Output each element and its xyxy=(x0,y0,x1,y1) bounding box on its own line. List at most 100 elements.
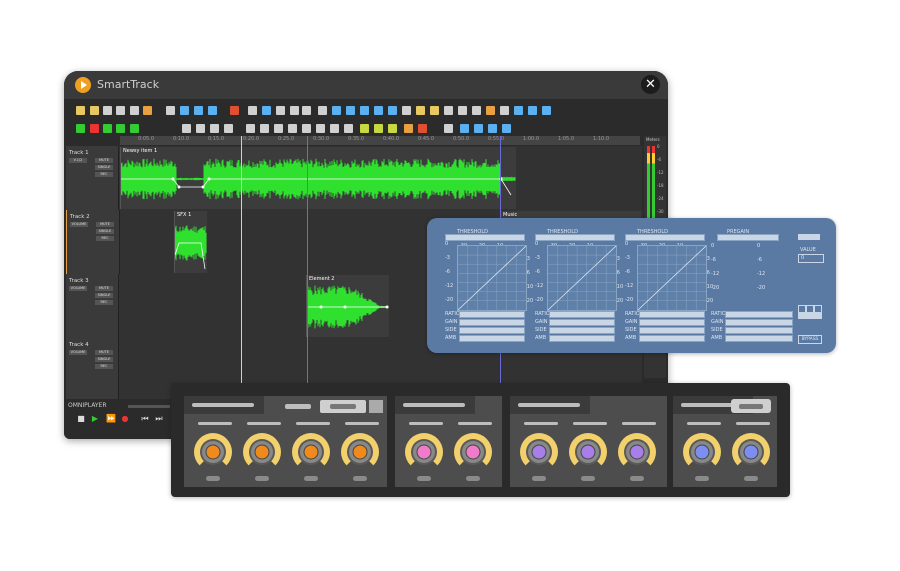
rotary-knob[interactable] xyxy=(616,431,658,473)
skip-back-button[interactable]: ⏮ xyxy=(140,414,150,424)
toolbar-tool-icon[interactable] xyxy=(374,106,383,115)
compression-curve-graph[interactable] xyxy=(637,245,707,311)
stop-button[interactable]: ■ xyxy=(76,414,86,424)
toolbar-tool-icon[interactable] xyxy=(130,106,139,115)
toolbar-tool-icon[interactable] xyxy=(502,124,511,133)
fx-preset-selector[interactable] xyxy=(320,400,366,413)
fx-preset-selector[interactable] xyxy=(731,399,771,413)
fast-forward-button[interactable]: ⏩ xyxy=(106,414,116,424)
parameter-slider[interactable] xyxy=(639,311,705,318)
toolbar-tool-icon[interactable] xyxy=(402,106,411,115)
parameter-slider[interactable] xyxy=(549,335,615,342)
timeline-ruler[interactable]: 0:05.0 0:10.0 0:15.0 0:20.0 0:25.0 0:30.0 0:35… xyxy=(120,136,640,145)
pregain-toggle[interactable] xyxy=(798,234,820,240)
toolbar-tool-icon[interactable] xyxy=(500,106,509,115)
toolbar-tool-icon[interactable] xyxy=(166,106,175,115)
toolbar-tool-icon[interactable] xyxy=(332,106,341,115)
close-button[interactable]: ✕ xyxy=(641,75,660,94)
mode-selector[interactable] xyxy=(798,313,822,319)
audio-clip[interactable]: Newsy item 1 xyxy=(120,147,516,209)
fx-power-button[interactable] xyxy=(369,400,383,413)
toolbar-tool-icon[interactable] xyxy=(316,124,325,133)
playhead-line[interactable] xyxy=(241,136,242,399)
toolbar-tool-icon[interactable] xyxy=(444,124,453,133)
toolbar-tool-icon[interactable] xyxy=(276,106,285,115)
toolbar-tool-icon[interactable] xyxy=(404,124,413,133)
toolbar-tool-icon[interactable] xyxy=(514,106,523,115)
skip-forward-button[interactable]: ⏭ xyxy=(154,414,164,424)
rotary-knob[interactable] xyxy=(730,431,772,473)
threshold-slider[interactable] xyxy=(535,234,615,241)
toolbar-tool-icon[interactable] xyxy=(103,106,112,115)
track-single-button[interactable]: SINGLE xyxy=(95,357,113,362)
position-slider[interactable] xyxy=(128,405,170,408)
rotary-knob[interactable] xyxy=(192,431,234,473)
toolbar-tool-icon[interactable] xyxy=(388,106,397,115)
toolbar-tool-icon[interactable] xyxy=(194,106,203,115)
toolbar-tool-icon[interactable] xyxy=(472,106,481,115)
audio-clip[interactable]: Element 2 xyxy=(306,275,389,337)
track-mute-button[interactable]: MUTE xyxy=(95,350,113,355)
track-rec-button[interactable]: REC xyxy=(95,172,113,177)
parameter-slider[interactable] xyxy=(459,311,525,318)
toolbar-tool-icon[interactable] xyxy=(330,124,339,133)
toolbar-tool-icon[interactable] xyxy=(76,106,85,115)
toolbar-tool-icon[interactable] xyxy=(474,124,483,133)
mode-checkbox[interactable] xyxy=(798,305,806,313)
track-mute-button[interactable]: MUTE xyxy=(95,286,113,291)
compression-curve-graph[interactable] xyxy=(547,245,617,311)
parameter-slider[interactable] xyxy=(549,319,615,326)
rotary-knob[interactable] xyxy=(681,431,723,473)
pregain-value[interactable]: 0 xyxy=(798,254,824,263)
track-single-button[interactable]: SINGLE xyxy=(96,229,114,234)
toolbar-tool-icon[interactable] xyxy=(416,106,425,115)
parameter-slider[interactable] xyxy=(725,327,793,334)
parameter-slider[interactable] xyxy=(725,311,793,318)
track-volume-button[interactable]: V.1/2 xyxy=(69,158,87,163)
toolbar-tool-icon[interactable] xyxy=(488,124,497,133)
toolbar-tool-icon[interactable] xyxy=(360,106,369,115)
bypass-button[interactable]: BYPASS xyxy=(798,335,822,344)
toolbar-tool-icon[interactable] xyxy=(182,124,191,133)
play-button[interactable]: ▶ xyxy=(90,414,100,424)
toolbar-tool-icon[interactable] xyxy=(418,124,427,133)
audio-clip[interactable]: SFX 1 xyxy=(174,211,207,273)
toolbar-tool-icon[interactable] xyxy=(210,124,219,133)
rotary-knob[interactable] xyxy=(290,431,332,473)
toolbar-tool-icon[interactable] xyxy=(274,124,283,133)
parameter-slider[interactable] xyxy=(459,335,525,342)
track-volume-button[interactable]: VOLUME xyxy=(69,350,87,355)
track-rec-button[interactable]: REC xyxy=(95,364,113,369)
toolbar-tool-icon[interactable] xyxy=(344,124,353,133)
compression-curve-graph[interactable] xyxy=(457,245,527,311)
toolbar-tool-icon[interactable] xyxy=(262,106,271,115)
parameter-slider[interactable] xyxy=(459,319,525,326)
toolbar-tool-icon[interactable] xyxy=(130,124,139,133)
mode-checkbox[interactable] xyxy=(814,305,822,313)
toolbar-tool-icon[interactable] xyxy=(76,124,85,133)
toolbar-tool-icon[interactable] xyxy=(230,106,239,115)
track-volume-button[interactable]: VOLUME xyxy=(70,222,88,227)
toolbar-tool-icon[interactable] xyxy=(116,124,125,133)
rotary-knob[interactable] xyxy=(452,431,494,473)
toolbar-tool-icon[interactable] xyxy=(90,124,99,133)
pregain-slider[interactable] xyxy=(717,234,779,241)
toolbar-tool-icon[interactable] xyxy=(374,124,383,133)
toolbar-tool-icon[interactable] xyxy=(302,106,311,115)
toolbar-tool-icon[interactable] xyxy=(318,106,327,115)
threshold-slider[interactable] xyxy=(625,234,705,241)
toolbar-tool-icon[interactable] xyxy=(542,106,551,115)
toolbar-tool-icon[interactable] xyxy=(460,124,469,133)
toolbar-tool-icon[interactable] xyxy=(116,106,125,115)
rotary-knob[interactable] xyxy=(339,431,381,473)
toolbar-tool-icon[interactable] xyxy=(486,106,495,115)
track-volume-button[interactable]: VOLUME xyxy=(69,286,87,291)
record-button[interactable]: ● xyxy=(120,414,130,424)
toolbar-tool-icon[interactable] xyxy=(346,106,355,115)
track-rec-button[interactable]: REC xyxy=(96,236,114,241)
parameter-slider[interactable] xyxy=(639,319,705,326)
toolbar-tool-icon[interactable] xyxy=(103,124,112,133)
toolbar-tool-icon[interactable] xyxy=(90,106,99,115)
parameter-slider[interactable] xyxy=(639,335,705,342)
toolbar-tool-icon[interactable] xyxy=(248,106,257,115)
